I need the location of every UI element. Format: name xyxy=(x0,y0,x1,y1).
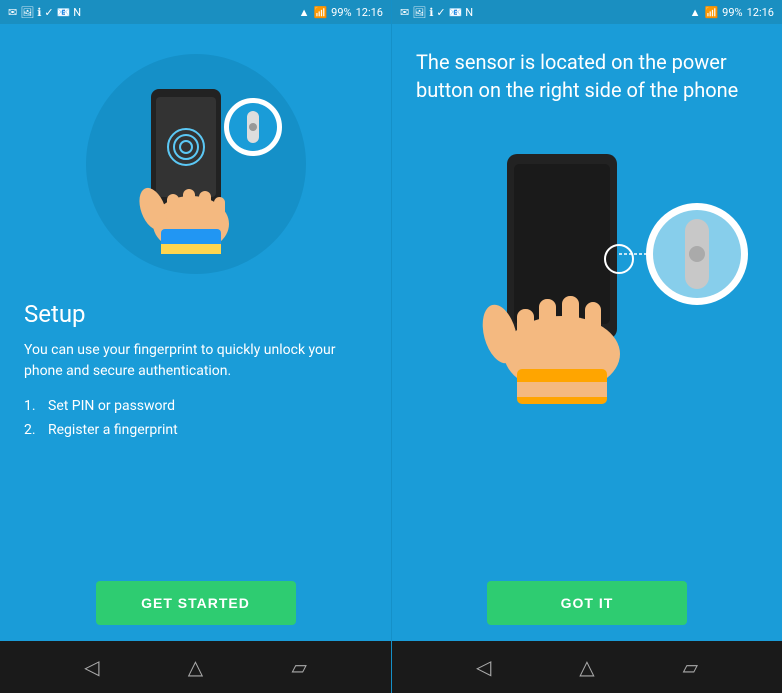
right-status-bar: ✉ 🖼 ℹ ✓ 📧 N ▲ 📶 99% 12:16 xyxy=(392,0,782,24)
r-battery-text: 99% xyxy=(722,6,742,19)
step-1-number: 1. xyxy=(24,398,40,414)
step-2: 2. Register a fingerprint xyxy=(24,422,367,438)
setup-title: Setup xyxy=(24,300,367,328)
r-wifi-icon: ▲ xyxy=(690,6,701,19)
signal-icon: 📶 xyxy=(313,6,327,19)
r-nfc-icon: N xyxy=(465,6,473,19)
r-mail2-icon: 📧 xyxy=(449,6,463,19)
right-recents-button[interactable]: ▱ xyxy=(683,655,698,679)
mail-icon: ✉ xyxy=(8,6,17,19)
battery-text: 99% xyxy=(331,6,351,19)
r-info-icon: ℹ xyxy=(429,6,433,19)
left-nav-bar: ◁ △ ▱ xyxy=(0,641,391,693)
fingerprint-illustration xyxy=(91,59,301,269)
wifi-icon: ▲ xyxy=(299,6,310,19)
r-image-icon: 🖼 xyxy=(412,6,426,19)
get-started-button[interactable]: GET STARTED xyxy=(96,581,296,625)
mail2-icon: 📧 xyxy=(57,6,71,19)
left-status-bar-right: ▲ 📶 99% 12:16 xyxy=(299,6,383,19)
time-text: 12:16 xyxy=(356,6,383,19)
left-recents-button[interactable]: ▱ xyxy=(291,655,306,679)
left-illustration-area xyxy=(0,24,391,284)
circle-background xyxy=(86,54,306,274)
left-button-area: GET STARTED xyxy=(0,581,391,641)
setup-description: You can use your fingerprint to quickly … xyxy=(24,340,367,382)
step-2-text: Register a fingerprint xyxy=(48,422,178,438)
right-nav-bar: ◁ △ ▱ xyxy=(392,641,782,693)
right-status-bar-right: ▲ 📶 99% 12:16 xyxy=(690,6,774,19)
step-2-number: 2. xyxy=(24,422,40,438)
left-status-bar: ✉ 🖼 ℹ ✓ 📧 N ▲ 📶 99% 12:16 xyxy=(0,0,391,24)
left-status-icons-left: ✉ 🖼 ℹ ✓ 📧 N xyxy=(8,6,81,19)
right-home-button[interactable]: △ xyxy=(579,655,594,679)
image-icon: 🖼 xyxy=(20,6,34,19)
r-signal-icon: 📶 xyxy=(704,6,718,19)
left-back-button[interactable]: ◁ xyxy=(84,655,99,679)
right-phone-panel: ✉ 🖼 ℹ ✓ 📧 N ▲ 📶 99% 12:16 The sensor is … xyxy=(391,0,782,693)
sensor-illustration xyxy=(417,114,757,414)
left-text-content: Setup You can use your fingerprint to qu… xyxy=(0,284,391,581)
step-1-text: Set PIN or password xyxy=(48,398,175,414)
left-content-area: Setup You can use your fingerprint to qu… xyxy=(0,24,391,641)
nfc-icon: N xyxy=(73,6,81,19)
right-status-icons-left: ✉ 🖼 ℹ ✓ 📧 N xyxy=(400,6,473,19)
step-1: 1. Set PIN or password xyxy=(24,398,367,414)
info-icon: ℹ xyxy=(37,6,41,19)
got-it-button[interactable]: GOT IT xyxy=(487,581,687,625)
check-icon: ✓ xyxy=(44,6,53,19)
left-phone-panel: ✉ 🖼 ℹ ✓ 📧 N ▲ 📶 99% 12:16 xyxy=(0,0,391,693)
right-button-area: GOT IT xyxy=(392,581,782,641)
sensor-location-text: The sensor is located on the power butto… xyxy=(392,24,782,104)
right-illustration-area xyxy=(392,104,782,424)
r-mail-icon: ✉ xyxy=(400,6,409,19)
right-spacer xyxy=(392,424,782,581)
r-check-icon: ✓ xyxy=(436,6,445,19)
r-time-text: 12:16 xyxy=(747,6,774,19)
right-content-area: The sensor is located on the power butto… xyxy=(392,24,782,641)
setup-steps-list: 1. Set PIN or password 2. Register a fin… xyxy=(24,398,367,438)
right-back-button[interactable]: ◁ xyxy=(476,655,491,679)
left-home-button[interactable]: △ xyxy=(188,655,203,679)
